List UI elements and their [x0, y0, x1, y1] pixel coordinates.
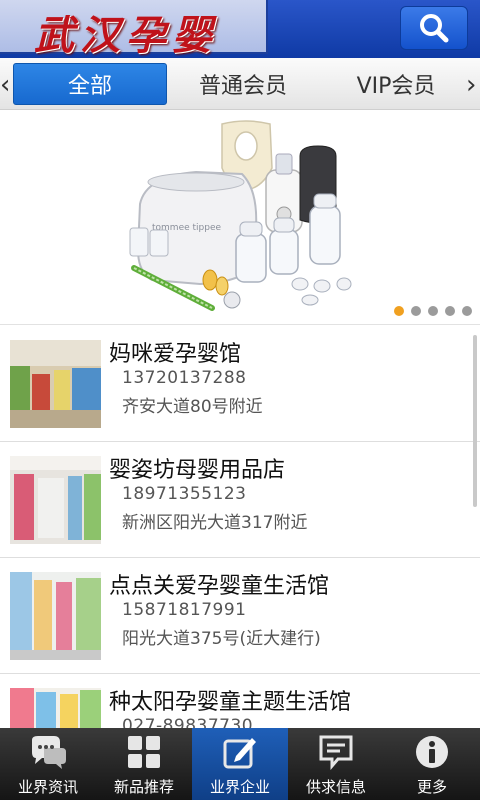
chevron-left-icon[interactable]: ‹ [0, 70, 10, 100]
chevron-right-icon[interactable]: › [466, 70, 476, 100]
search-icon [420, 14, 449, 43]
nav-industry-news[interactable]: 业界资讯 [0, 728, 96, 800]
shop-phone[interactable]: 13720137288 [122, 368, 246, 388]
shop-address: 齐安大道80号附近 [122, 397, 263, 417]
carousel-dot[interactable] [394, 306, 404, 316]
category-tabbar: ‹ 全部 普通会员 VIP会员 › [0, 58, 480, 110]
logo-text: 武汉孕婴 [34, 12, 218, 59]
list-item[interactable]: 婴姿坊母婴用品店 18971355123 新洲区阳光大道317附近 [0, 442, 480, 558]
tab-vip-member[interactable]: VIP会员 [338, 63, 454, 105]
list-item[interactable]: 点点关爱孕婴童生活馆 15871817991 阳光大道375号(近大建行) [0, 558, 480, 674]
nav-label: 业界资讯 [17, 778, 78, 796]
nav-supply-demand[interactable]: 供求信息 [288, 728, 384, 800]
nav-label: 业界企业 [209, 778, 270, 796]
shop-phone[interactable]: 18971355123 [122, 484, 246, 504]
shop-name: 点点关爱孕婴童生活馆 [109, 574, 330, 599]
shop-address: 新洲区阳光大道317附近 [122, 513, 308, 533]
banner-image: tommee tippee [129, 120, 352, 311]
shop-photo [10, 456, 101, 544]
shop-address: 阳光大道375号(近大建行) [122, 629, 321, 649]
search-button[interactable] [400, 6, 468, 50]
list-item[interactable]: 妈咪爱孕婴馆 13720137288 齐安大道80号附近 [0, 326, 480, 442]
carousel-dot[interactable] [462, 306, 472, 316]
shop-photo [10, 340, 101, 428]
carousel-dot[interactable] [428, 306, 438, 316]
grid-icon [124, 734, 164, 770]
shop-name: 婴姿坊母婴用品店 [109, 458, 286, 483]
nav-label: 新品推荐 [113, 778, 174, 796]
tab-regular-member[interactable]: 普通会员 [180, 63, 306, 105]
info-icon [412, 734, 452, 770]
chat-bubbles-icon [28, 734, 68, 770]
logo: 武汉孕婴 [0, 0, 268, 59]
banner-carousel[interactable]: tommee tippee [0, 110, 480, 325]
app-header: 武汉孕婴 [0, 0, 480, 59]
nav-more[interactable]: 更多 [384, 728, 480, 800]
shop-name: 妈咪爱孕婴馆 [109, 342, 242, 367]
edit-icon [220, 734, 260, 770]
carousel-dot[interactable] [411, 306, 421, 316]
tab-all[interactable]: 全部 [13, 63, 167, 105]
shop-list: 妈咪爱孕婴馆 13720137288 齐安大道80号附近 婴姿坊母婴用品店 18… [0, 326, 480, 790]
shop-photo [10, 572, 101, 660]
carousel-indicators [394, 306, 472, 316]
nav-label: 更多 [416, 778, 447, 796]
bottom-navigation: 业界资讯 新品推荐 业界企业 供求信息 更多 [0, 728, 480, 800]
message-icon [316, 734, 356, 770]
list-scrollbar[interactable] [473, 335, 477, 507]
nav-industry-companies[interactable]: 业界企业 [192, 728, 288, 800]
app-screen: 武汉孕婴 ‹ 全部 普通会员 VIP会员 › tommee tippee 妈咪爱… [0, 0, 480, 800]
nav-label: 供求信息 [305, 778, 366, 796]
nav-new-products[interactable]: 新品推荐 [96, 728, 192, 800]
shop-name: 种太阳孕婴童主题生活馆 [109, 690, 352, 715]
carousel-dot[interactable] [445, 306, 455, 316]
shop-phone[interactable]: 15871817991 [122, 600, 246, 620]
